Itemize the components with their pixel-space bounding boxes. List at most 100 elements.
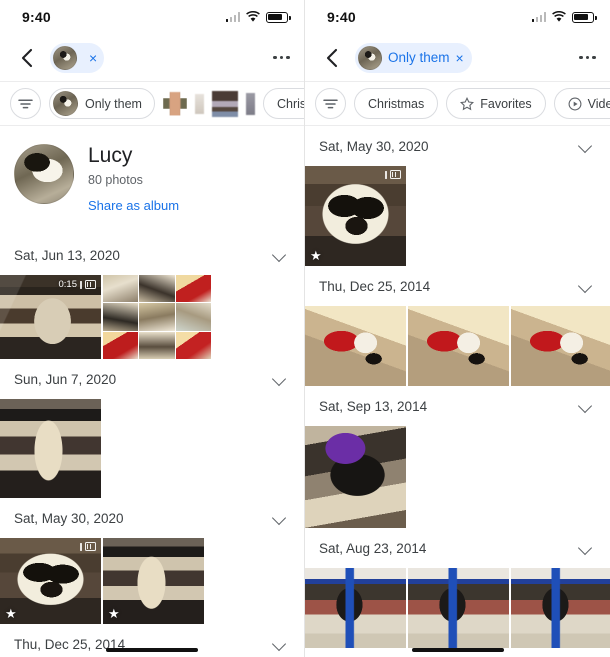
active-person-filter-chip[interactable]: ×	[50, 42, 105, 73]
date-group-header[interactable]: Sat, Sep 13, 2014	[305, 386, 610, 426]
burst-badge	[80, 542, 96, 552]
signal-bars-icon	[225, 12, 240, 22]
blurred-face-thumb-2[interactable]	[194, 93, 204, 114]
more-options-icon[interactable]	[579, 55, 596, 60]
date-group-header[interactable]: Sat, Jun 13, 2020	[0, 235, 304, 275]
photo-dog-santa-sweater-2[interactable]	[408, 306, 509, 386]
date-label: Sat, Aug 23, 2014	[319, 540, 427, 556]
chevron-down-icon[interactable]	[272, 510, 288, 526]
chip-favorites[interactable]: Favorites	[446, 88, 546, 119]
photo-dog-on-rug[interactable]	[0, 399, 101, 499]
filter-chip-row-left[interactable]: Only them Christmas	[0, 82, 304, 126]
photo-row: ★ ★	[0, 538, 304, 625]
battery-icon	[572, 11, 597, 23]
active-person-filter-chip[interactable]: Only them ×	[355, 42, 472, 73]
list-item[interactable]	[175, 303, 211, 331]
photo-dog-santa-sweater-3[interactable]	[511, 306, 610, 386]
chevron-down-icon[interactable]	[578, 278, 594, 294]
list-item[interactable]	[103, 331, 139, 360]
date-label: Thu, Dec 25, 2014	[319, 278, 431, 294]
video-thumb-dog-hallway[interactable]: 0:15	[0, 275, 101, 360]
person-header-text: Lucy 80 photos Share as album	[88, 144, 179, 215]
chevron-down-icon[interactable]	[272, 371, 288, 387]
close-icon[interactable]: ×	[89, 51, 97, 65]
photo-dog-face-closeup[interactable]: ★	[305, 166, 406, 266]
photo-dog-leash-1[interactable]	[305, 568, 406, 648]
date-group-header[interactable]: Sat, May 30, 2020	[0, 498, 304, 538]
list-item[interactable]	[139, 303, 175, 331]
date-group-header[interactable]: Sat, May 30, 2020	[305, 126, 610, 166]
burst-icon	[85, 542, 96, 552]
photo-row	[305, 568, 610, 648]
photo-dog-leash-2[interactable]	[408, 568, 509, 648]
chip-christmas[interactable]: Christmas	[262, 88, 304, 119]
home-indicator	[106, 648, 198, 652]
chip-label-videos: Videos	[587, 96, 610, 111]
burst-icon	[85, 280, 96, 290]
close-icon[interactable]: ×	[456, 51, 464, 65]
chevron-down-icon[interactable]	[578, 138, 594, 154]
list-item[interactable]	[139, 275, 175, 303]
filter-tune-icon-chip[interactable]	[10, 88, 41, 119]
status-icon-group	[225, 11, 291, 23]
date-label: Sat, Jun 13, 2020	[14, 247, 120, 263]
photo-dog-santa-sweater-1[interactable]	[305, 306, 406, 386]
status-bar-right: 9:40	[305, 0, 610, 34]
date-label: Sun, Jun 7, 2020	[14, 371, 117, 387]
back-arrow-icon[interactable]	[319, 45, 345, 71]
chevron-down-icon[interactable]	[272, 636, 288, 652]
favorite-star-icon: ★	[5, 606, 17, 622]
chevron-down-icon[interactable]	[578, 398, 594, 414]
date-group-header[interactable]: Thu, Dec 25, 2014	[305, 266, 610, 306]
date-group-header[interactable]: Thu, Dec 25, 2014	[0, 624, 304, 657]
date-group-may-30-2020: Sat, May 30, 2020 ★	[305, 126, 610, 266]
chip-label-christmas: Christmas	[368, 96, 425, 111]
chip-label-christmas: Christmas	[276, 96, 304, 111]
photo-dog-leash-3[interactable]	[511, 568, 610, 648]
list-item[interactable]	[103, 275, 139, 303]
dog-portrait-avatar[interactable]	[14, 144, 74, 204]
date-group-jun-7-2020: Sun, Jun 7, 2020	[0, 359, 304, 499]
home-indicator	[411, 648, 504, 652]
chevron-down-icon[interactable]	[272, 247, 288, 263]
photo-scroll-area-right[interactable]: Sat, May 30, 2020 ★ Thu, Dec 25, 2014 Sa…	[305, 126, 610, 648]
blurred-face-thumb-1[interactable]	[162, 91, 187, 116]
play-circle-icon	[568, 97, 582, 110]
dog-avatar-icon	[358, 45, 382, 70]
date-group-sep-13-2014: Sat, Sep 13, 2014	[305, 386, 610, 528]
more-options-icon[interactable]	[273, 55, 290, 60]
date-group-jun-13-2020: Sat, Jun 13, 2020 0:15	[0, 235, 304, 360]
app-bar-left: ×	[0, 34, 304, 82]
list-item[interactable]	[139, 331, 175, 360]
sidebar-item-only-them[interactable]: Only them	[49, 88, 155, 119]
chip-christmas[interactable]: Christmas	[354, 88, 439, 119]
photo-dog-standing-rug[interactable]: ★	[103, 538, 204, 625]
burst-icon	[390, 170, 401, 179]
chip-label-favorites: Favorites	[480, 96, 532, 111]
list-item[interactable]	[175, 331, 211, 360]
blurred-face-thumb-4[interactable]	[245, 92, 255, 115]
date-group-header[interactable]: Sun, Jun 7, 2020	[0, 359, 304, 399]
photo-row	[0, 399, 304, 499]
chip-videos[interactable]: Videos	[553, 88, 610, 119]
photo-dog-face-closeup[interactable]: ★	[0, 538, 101, 625]
back-arrow-icon[interactable]	[14, 45, 40, 71]
list-item[interactable]	[175, 275, 211, 303]
chevron-down-icon[interactable]	[578, 540, 594, 556]
blurred-face-thumb-3[interactable]	[211, 90, 238, 117]
share-as-album-link[interactable]: Share as album	[88, 198, 179, 213]
dog-avatar-icon	[53, 45, 77, 70]
date-group-dec-25-2014: Thu, Dec 25, 2014	[305, 266, 610, 386]
filter-tune-icon-chip[interactable]	[315, 88, 346, 119]
photo-grid-nine-thumbs[interactable]	[103, 275, 211, 360]
person-header: Lucy 80 photos Share as album	[0, 126, 304, 235]
list-item[interactable]	[103, 303, 139, 331]
date-group-header[interactable]: Sat, Aug 23, 2014	[305, 528, 610, 568]
status-icon-group	[531, 11, 597, 23]
favorite-star-icon: ★	[108, 606, 120, 622]
burst-bar	[80, 542, 82, 551]
video-duration-badge: 0:15	[59, 279, 96, 290]
photo-scroll-area-left[interactable]: Lucy 80 photos Share as album Sat, Jun 1…	[0, 126, 304, 657]
photo-dog-purple-blanket[interactable]	[305, 426, 406, 528]
filter-chip-row-right[interactable]: Christmas Favorites Videos	[305, 82, 610, 126]
